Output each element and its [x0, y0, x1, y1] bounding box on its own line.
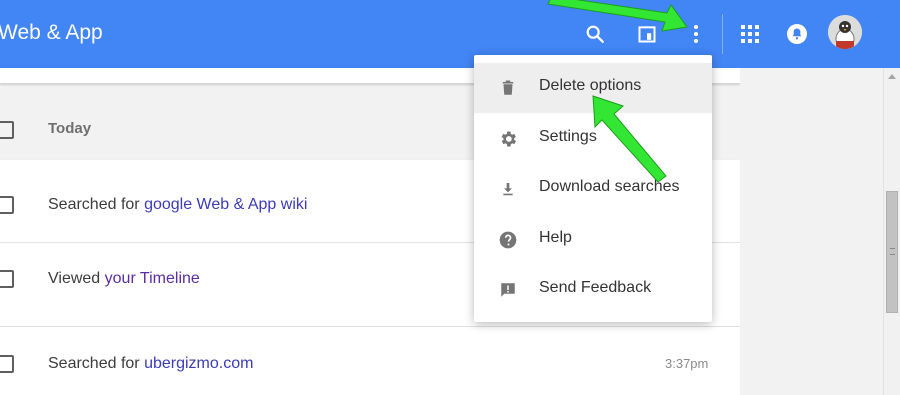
more-vert-icon[interactable] — [684, 22, 708, 46]
menu-item-download-searches[interactable]: Download searches — [474, 164, 712, 214]
row-checkbox[interactable] — [0, 270, 14, 288]
activity-link[interactable]: ubergizmo.com — [144, 355, 253, 372]
feedback-icon — [498, 280, 518, 300]
activity-text: Viewed your Timeline — [48, 270, 200, 288]
right-panel — [740, 68, 883, 395]
vertical-scrollbar[interactable] — [883, 68, 900, 395]
scrollbar-thumb[interactable] — [886, 191, 898, 313]
download-icon — [498, 179, 518, 199]
header-divider — [722, 14, 723, 54]
overflow-menu: Delete options Settings Download searche… — [474, 55, 712, 322]
menu-item-label: Download searches — [539, 178, 680, 195]
row-checkbox[interactable] — [0, 355, 14, 373]
gear-icon — [498, 129, 518, 149]
row-divider — [0, 326, 740, 327]
row-checkbox[interactable] — [0, 196, 14, 214]
select-all-checkbox[interactable] — [0, 121, 14, 139]
menu-item-settings[interactable]: Settings — [474, 114, 712, 164]
menu-item-label: Send Feedback — [539, 279, 652, 296]
scroll-up-arrow-icon[interactable] — [888, 74, 896, 79]
activity-prefix: Viewed — [48, 270, 105, 287]
activity-prefix: Searched for — [48, 355, 145, 372]
menu-item-label: Delete options — [539, 77, 642, 94]
avatar[interactable] — [828, 15, 862, 49]
menu-item-label: Help — [539, 229, 572, 246]
app-header: Web & App — [0, 0, 900, 68]
menu-item-delete-options[interactable]: Delete options — [474, 63, 712, 113]
search-icon[interactable] — [583, 22, 607, 46]
menu-item-help[interactable]: Help — [474, 215, 712, 265]
activity-link[interactable]: google Web & App wiki — [144, 196, 307, 213]
section-header-today: Today — [48, 120, 92, 137]
activity-prefix: Searched for — [48, 196, 145, 213]
grip-icon — [890, 248, 895, 255]
activity-text: Searched for google Web & App wiki — [48, 196, 307, 214]
trash-icon — [498, 78, 518, 98]
menu-item-send-feedback[interactable]: Send Feedback — [474, 265, 712, 315]
activity-text: Searched for ubergizmo.com — [48, 355, 253, 373]
menu-item-label: Settings — [539, 128, 597, 145]
archive-icon[interactable] — [635, 22, 659, 46]
page-title: Web & App — [0, 21, 103, 44]
notifications-icon[interactable] — [785, 22, 809, 46]
apps-icon[interactable] — [738, 22, 762, 46]
help-icon — [498, 230, 518, 250]
activity-link[interactable]: your Timeline — [105, 270, 200, 287]
activity-time: 3:37pm — [665, 356, 709, 371]
